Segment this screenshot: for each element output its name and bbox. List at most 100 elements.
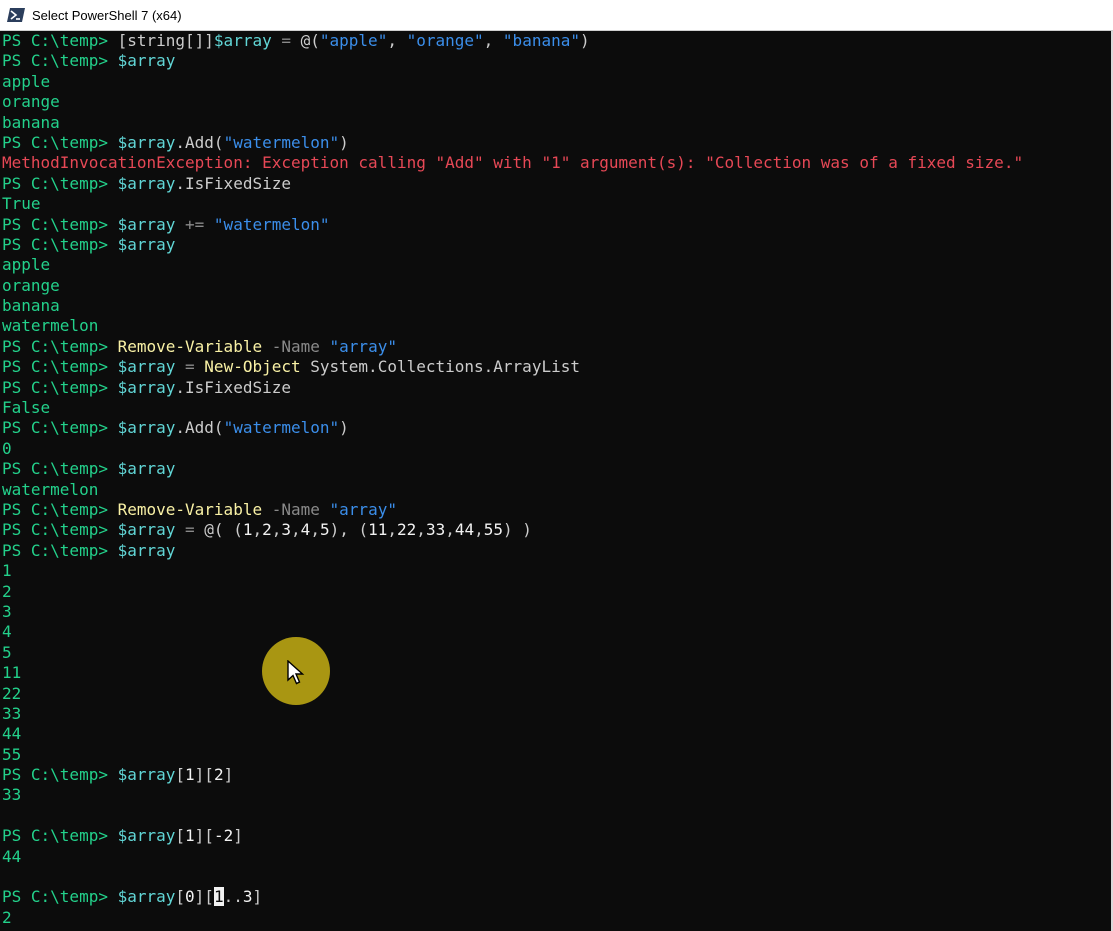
output-line: banana — [0, 113, 1111, 133]
command-token: @( — [300, 31, 320, 50]
command-token: .Add( — [175, 132, 224, 152]
command-token: $array — [117, 540, 176, 560]
output-text: watermelon — [2, 479, 99, 499]
command-line: PS C:\temp> $array[1][2] — [0, 765, 1111, 785]
powershell-icon — [7, 8, 25, 22]
command-token: @( ( — [204, 520, 243, 540]
command-token: Remove-Variable — [117, 336, 263, 356]
command-token: $array — [117, 214, 176, 234]
command-token: $array — [117, 377, 176, 397]
terminal-output[interactable]: PS C:\temp> [string[]]$array = @("apple"… — [0, 31, 1113, 931]
command-line: PS C:\temp> Remove-Variable -Name "array… — [0, 337, 1111, 357]
command-token: -2 — [213, 826, 234, 846]
output-line: orange — [0, 92, 1111, 112]
command-token: ) — [339, 132, 349, 152]
command-line: PS C:\temp> $array[1][-2] — [0, 826, 1111, 846]
command-token: 4 — [300, 520, 311, 540]
output-line: 2 — [0, 908, 1111, 928]
command-line: PS C:\temp> $array.IsFixedSize — [0, 378, 1111, 398]
output-text: True — [2, 194, 41, 214]
command-token: ) — [579, 31, 590, 50]
output-line: True — [0, 194, 1111, 214]
prompt: PS C:\temp> — [2, 31, 118, 50]
command-token: "banana" — [502, 31, 580, 50]
prompt: PS C:\temp> — [2, 887, 118, 907]
output-text: 0 — [2, 438, 12, 458]
output-text: 2 — [2, 581, 12, 601]
prompt: PS C:\temp> — [2, 826, 118, 846]
output-line: 22 — [0, 684, 1111, 704]
command-token: System.Collections.ArrayList — [300, 357, 580, 377]
output-text: 3 — [2, 601, 12, 621]
command-token: ) ) — [503, 520, 532, 540]
output-line: banana — [0, 296, 1111, 316]
command-token: $array — [117, 826, 176, 846]
command-token: 1 — [185, 826, 195, 846]
command-token: $array — [213, 31, 272, 50]
command-line: PS C:\temp> $array[0][1..3] — [0, 887, 1111, 907]
prompt: PS C:\temp> — [2, 357, 118, 377]
command-token: ] — [252, 887, 263, 907]
command-token: -Name — [262, 336, 330, 356]
command-line: PS C:\temp> $array — [0, 541, 1111, 561]
command-token: , — [387, 520, 398, 540]
error-text: MethodInvocationException: Exception cal… — [2, 153, 1024, 173]
title-bar[interactable]: Select PowerShell 7 (x64) — [0, 0, 1113, 31]
output-text: 1 — [2, 561, 12, 581]
output-text: 33 — [2, 785, 22, 805]
command-token: $array — [117, 51, 176, 71]
output-text: apple — [2, 71, 51, 91]
output-line: 44 — [0, 847, 1111, 867]
output-line: 1 — [0, 561, 1111, 581]
command-token: 11 — [368, 520, 388, 540]
prompt: PS C:\temp> — [2, 173, 118, 193]
output-line: apple — [0, 255, 1111, 275]
output-text: banana — [2, 112, 60, 132]
output-text: 33 — [2, 703, 22, 723]
command-token: = — [175, 357, 205, 377]
command-line: PS C:\temp> $array — [0, 51, 1111, 71]
command-token: = — [271, 31, 301, 50]
command-token: ] — [233, 826, 243, 846]
output-line: 33 — [0, 704, 1111, 724]
output-line: 44 — [0, 724, 1111, 744]
prompt: PS C:\temp> — [2, 214, 118, 234]
command-token: , — [252, 520, 263, 540]
command-token: "array" — [329, 336, 397, 356]
text-cursor: 1 — [213, 887, 224, 907]
command-line: PS C:\temp> $array += "watermelon" — [0, 215, 1111, 235]
output-text: apple — [2, 255, 51, 275]
command-line: PS C:\temp> $array.Add("watermelon") — [0, 133, 1111, 153]
output-text: 55 — [2, 744, 22, 764]
output-line: 11 — [0, 663, 1111, 683]
command-line: PS C:\temp> $array = New-Object System.C… — [0, 357, 1111, 377]
command-token: += — [175, 214, 214, 234]
command-token: , — [445, 520, 455, 540]
command-token: $array — [117, 234, 176, 254]
output-text: banana — [2, 296, 60, 316]
command-token: .Add( — [175, 418, 224, 438]
command-token: $array — [117, 357, 176, 377]
output-text: 44 — [2, 846, 22, 866]
command-token: 2 — [213, 765, 224, 785]
command-token: , — [310, 520, 320, 540]
command-token: 2 — [262, 520, 272, 540]
command-token: ][ — [194, 887, 214, 907]
command-token: 0 — [185, 887, 195, 907]
command-token: $array — [117, 418, 176, 438]
command-token: 55 — [483, 520, 504, 540]
prompt: PS C:\temp> — [2, 540, 118, 560]
command-token: [string[]] — [117, 31, 214, 50]
command-token: Remove-Variable — [117, 499, 263, 519]
prompt: PS C:\temp> — [2, 418, 118, 438]
prompt: PS C:\temp> — [2, 377, 118, 397]
command-token: $array — [117, 520, 176, 540]
command-token: $array — [117, 132, 176, 152]
command-token: ][ — [194, 765, 214, 785]
output-line: 3 — [0, 602, 1111, 622]
output-text: 5 — [2, 642, 12, 662]
command-token: [ — [175, 887, 186, 907]
prompt: PS C:\temp> — [2, 132, 118, 152]
